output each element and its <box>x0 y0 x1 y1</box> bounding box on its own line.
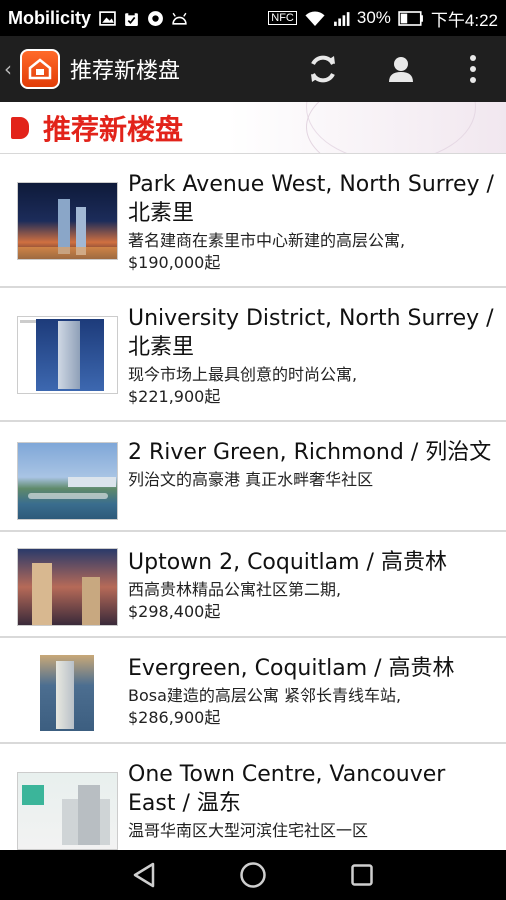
action-bar: ‹ 推荐新楼盘 <box>0 36 506 102</box>
section-title: 推荐新楼盘 <box>43 112 184 146</box>
nav-recents-button[interactable] <box>342 855 382 895</box>
listing-thumbnail <box>17 182 118 260</box>
recents-square-icon <box>350 864 373 886</box>
listing-item[interactable]: One Town Centre, Vancouver East / 温东 温哥华… <box>0 744 506 850</box>
signal-icon <box>333 11 350 26</box>
nav-home-button[interactable] <box>233 855 273 895</box>
listing-description: 现今市场上最具创意的时尚公寓, <box>128 365 358 384</box>
listing-title: 2 River Green, Richmond / 列治文 <box>128 440 492 465</box>
listing-description: 温哥华南区大型河滨住宅社区一区 <box>128 821 369 840</box>
home-circle-icon <box>240 862 266 888</box>
listing-title: One Town Centre, Vancouver East / 温东 <box>128 762 446 816</box>
listing-title: Evergreen, Coquitlam / 高贵林 <box>128 656 455 681</box>
listing-thumbnail <box>17 548 118 626</box>
overflow-menu-button[interactable] <box>440 36 506 102</box>
overflow-menu-icon <box>470 55 476 83</box>
carrier-name: Mobilicity <box>8 7 92 28</box>
battery-icon <box>398 10 423 26</box>
listing-item[interactable]: 2 River Green, Richmond / 列治文 列治文的高豪港 真正… <box>0 422 506 532</box>
listing-description: 列治文的高豪港 真正水畔奢华社区 <box>128 470 374 489</box>
navigation-bar <box>0 850 506 900</box>
profile-icon <box>389 57 413 82</box>
listing-price: $298,400起 <box>128 602 221 621</box>
wifi-icon <box>305 10 325 26</box>
status-bar: Mobilicity NFC 30% 下午4:22 <box>0 0 506 36</box>
battery-percent: 30% <box>356 8 391 27</box>
listing-item[interactable]: Uptown 2, Coquitlam / 高贵林 西高贵林精品公寓社区第二期,… <box>0 532 506 638</box>
listing-description: 西高贵林精品公寓社区第二期, <box>128 580 342 599</box>
listing-price: $221,900起 <box>128 387 221 406</box>
clock: 下午4:22 <box>430 10 498 30</box>
listing-title: University District, North Surrey / 北素里 <box>128 306 494 360</box>
listing-description: 著名建商在素里市中心新建的高层公寓, <box>128 231 406 250</box>
refresh-button[interactable] <box>284 36 362 102</box>
sync-app-icon <box>148 10 163 26</box>
app-title: 推荐新楼盘 <box>70 59 181 84</box>
listing-thumbnail <box>17 654 118 732</box>
image-icon <box>99 10 116 26</box>
profile-button[interactable] <box>362 36 440 102</box>
listing-price: $286,900起 <box>128 708 221 727</box>
nav-back-button[interactable] <box>124 855 164 895</box>
listing-item[interactable]: University District, North Surrey / 北素里 … <box>0 288 506 422</box>
listing-thumbnail <box>17 772 118 850</box>
section-header: 推荐新楼盘 <box>0 102 506 154</box>
listing-thumbnail <box>17 316 118 394</box>
listing-price: $190,000起 <box>128 253 221 272</box>
app-logo[interactable] <box>20 49 60 89</box>
listing-item[interactable]: Park Avenue West, North Surrey / 北素里 著名建… <box>0 154 506 288</box>
refresh-icon <box>311 55 335 83</box>
listing-item[interactable]: Evergreen, Coquitlam / 高贵林 Bosa建造的高层公寓 紧… <box>0 638 506 744</box>
listing-list[interactable]: Park Avenue West, North Surrey / 北素里 著名建… <box>0 154 506 850</box>
listing-title: Park Avenue West, North Surrey / 北素里 <box>128 172 494 226</box>
clipboard-icon <box>125 10 138 26</box>
listing-title: Uptown 2, Coquitlam / 高贵林 <box>128 550 447 575</box>
listing-thumbnail <box>17 442 118 520</box>
section-marker-icon <box>11 116 29 139</box>
listing-description: Bosa建造的高层公寓 紧邻长青线车站, <box>128 686 402 705</box>
back-chevron-icon[interactable]: ‹ <box>4 57 18 81</box>
header-decoration <box>306 102 476 153</box>
nfc-icon: NFC <box>268 11 297 25</box>
back-triangle-icon <box>134 862 155 888</box>
android-icon <box>172 12 187 25</box>
